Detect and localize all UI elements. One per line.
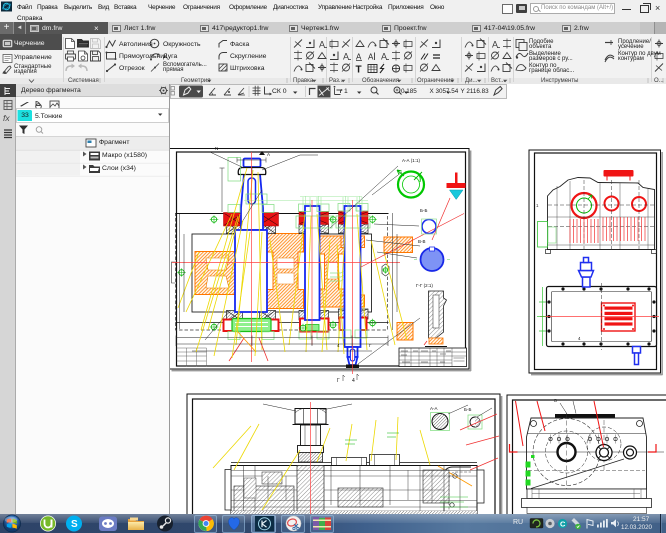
svg-text:T: T bbox=[356, 65, 362, 76]
svg-text:A: A bbox=[319, 40, 325, 50]
svg-text:A: A bbox=[343, 52, 349, 62]
svg-text:A: A bbox=[492, 40, 498, 50]
svg-text:C: C bbox=[560, 519, 566, 528]
svg-text:А: А bbox=[368, 53, 374, 62]
svg-text:A: A bbox=[381, 52, 387, 62]
svg-text:S: S bbox=[71, 519, 78, 530]
